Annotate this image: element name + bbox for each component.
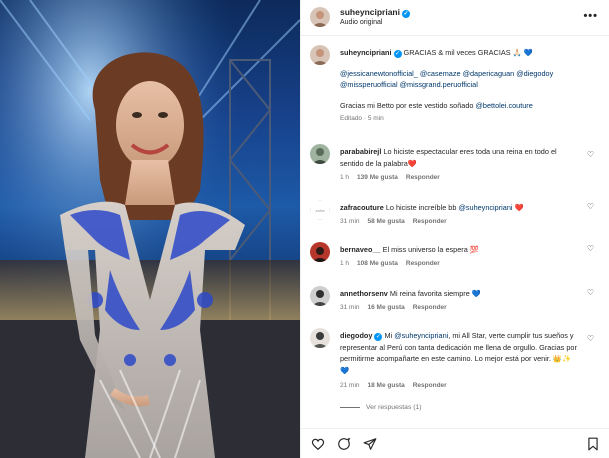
comment-likes[interactable]: 18 Me gusta xyxy=(368,382,405,389)
comment-text: El miss universo la espera 💯 xyxy=(382,245,479,254)
comment-icon[interactable] xyxy=(337,437,351,451)
bookmark-icon[interactable] xyxy=(586,437,600,451)
commenter-avatar[interactable] xyxy=(310,286,330,306)
like-comment-icon[interactable]: ♡ xyxy=(587,202,594,211)
view-replies-label: Ver respuestas (1) xyxy=(366,404,422,411)
comment-text: Mi xyxy=(384,331,393,340)
comment-time: 31 min xyxy=(340,218,360,225)
commenter-avatar[interactable] xyxy=(310,328,330,348)
comment-likes[interactable]: 139 Me gusta xyxy=(357,174,398,181)
caption-thanks-mention[interactable]: @bettolei.couture xyxy=(475,101,532,110)
caption-mentions[interactable]: @jessicanewtonofficial_ @casemaze @daper… xyxy=(340,68,590,90)
more-options-icon[interactable]: ••• xyxy=(583,10,598,22)
reply-button[interactable]: Responder xyxy=(413,382,447,389)
comment-meta: 21 min 18 Me gusta Responder xyxy=(340,382,455,389)
comment-meta: 31 min 16 Me gusta Responder xyxy=(340,304,455,311)
post-photo xyxy=(0,0,300,458)
reply-button[interactable]: Responder xyxy=(413,304,447,311)
comment-meta: 1 h 108 Me gusta Responder xyxy=(340,260,448,267)
comment-meta: 31 min 58 Me gusta Responder xyxy=(340,218,455,225)
author-username[interactable]: suheyncipriani ✓ xyxy=(340,7,410,18)
comment-likes[interactable]: 58 Me gusta xyxy=(368,218,405,225)
verified-icon: ✓ xyxy=(374,333,383,341)
comment-time: 1 h xyxy=(340,174,350,181)
comment-mention[interactable]: @suheyncipriani xyxy=(394,331,448,340)
comment-username[interactable]: zafracouture xyxy=(340,203,384,212)
author-avatar[interactable] xyxy=(310,7,330,27)
comment-likes[interactable]: 16 Me gusta xyxy=(368,304,405,311)
post-actions-bar xyxy=(301,428,609,458)
caption-username[interactable]: suheyncipriani xyxy=(340,48,392,57)
comment-time: 21 min xyxy=(340,382,360,389)
view-replies-button[interactable]: Ver respuestas (1) xyxy=(340,404,422,411)
replies-divider xyxy=(340,406,360,408)
comment-username[interactable]: annethorsenv xyxy=(340,289,388,298)
post-detail-panel: suheyncipriani ✓ Audio original ••• suhey… xyxy=(300,0,609,458)
verified-icon: ✓ xyxy=(402,10,410,18)
comment-likes[interactable]: 108 Me gusta xyxy=(357,260,398,267)
comments-feed: suheyncipriani ✓ GRACIAS & mil veces GRAC… xyxy=(301,36,609,428)
reply-button[interactable]: Responder xyxy=(406,260,440,267)
comment-time: 31 min xyxy=(340,304,360,311)
caption-edited: Editado · 5 min xyxy=(340,115,384,122)
commenter-avatar[interactable] xyxy=(310,242,330,262)
comment-username[interactable]: parababirejl xyxy=(340,147,381,156)
comment-time: 1 h xyxy=(340,260,350,267)
comment-mention[interactable]: @suheyncipriani xyxy=(458,203,512,212)
like-comment-icon[interactable]: ♡ xyxy=(587,244,594,253)
heart-icon[interactable] xyxy=(311,437,325,451)
comment-text: Lo hiciste increíble bb xyxy=(385,203,457,212)
svg-text:zafra: zafra xyxy=(316,208,326,213)
audio-label[interactable]: Audio original xyxy=(340,19,382,26)
commenter-avatar[interactable]: zafra xyxy=(310,200,330,220)
like-comment-icon[interactable]: ♡ xyxy=(587,150,594,159)
like-comment-icon[interactable]: ♡ xyxy=(587,334,594,343)
caption-thanks: Gracias mi Betto por este vestido soñado xyxy=(340,101,474,110)
verified-icon: ✓ xyxy=(393,50,402,58)
comment-text: Mi reina favorita siempre 💙 xyxy=(389,289,481,298)
comment-username[interactable]: diegodoy xyxy=(340,331,372,340)
post-header: suheyncipriani ✓ Audio original ••• xyxy=(301,0,609,36)
commenter-avatar[interactable] xyxy=(310,144,330,164)
reply-button[interactable]: Responder xyxy=(406,174,440,181)
comment-username[interactable]: bernaveo__ xyxy=(340,245,381,254)
caption-avatar[interactable] xyxy=(310,45,330,65)
caption-text: GRACIAS & mil veces GRACIAS 🙏🏻 💙 xyxy=(403,48,533,57)
comment-meta: 1 h 139 Me gusta Responder xyxy=(340,174,448,181)
like-comment-icon[interactable]: ♡ xyxy=(587,288,594,297)
share-icon[interactable] xyxy=(363,437,377,451)
reply-button[interactable]: Responder xyxy=(413,218,447,225)
comment-text-2: ❤️ xyxy=(514,203,524,212)
